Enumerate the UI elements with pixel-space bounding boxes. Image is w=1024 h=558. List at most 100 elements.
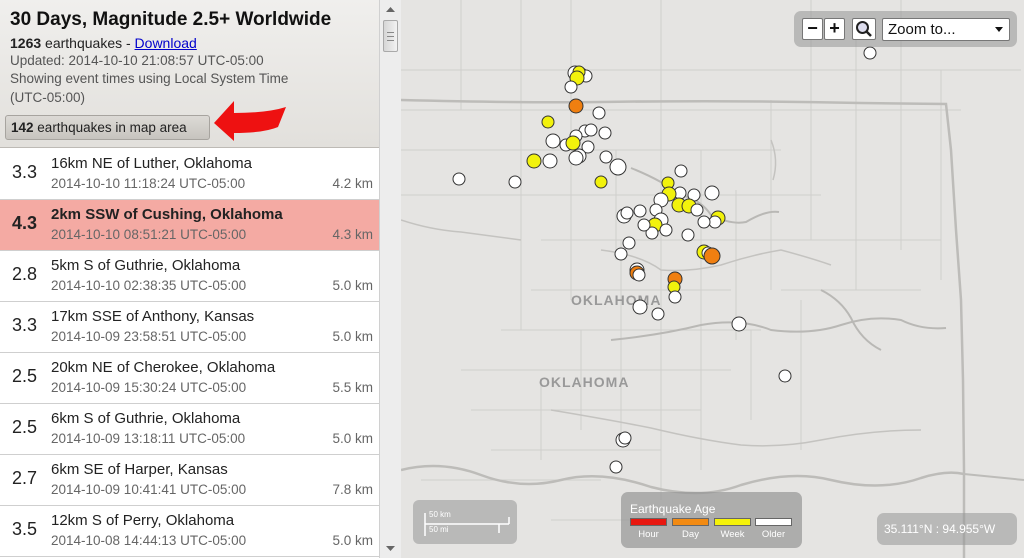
earthquake-marker[interactable] (568, 98, 584, 114)
earthquake-list: 3.3 16km NE of Luther, Oklahoma 2014-10-10… (0, 149, 379, 557)
earthquake-marker[interactable] (659, 223, 673, 237)
scroll-up-arrow-icon[interactable] (382, 2, 399, 18)
earthquake-marker[interactable] (731, 316, 747, 332)
updated-time: Updated: 2014-10-10 21:08:57 UTC-05:00 (10, 53, 264, 68)
earthquake-list-item[interactable]: 2.7 6km SE of Harper, Kansas 2014-10-09 10… (0, 455, 379, 506)
earthquake-marker[interactable] (545, 133, 561, 149)
legend-label-older: Older (761, 529, 786, 540)
earthquake-marker[interactable] (681, 228, 695, 242)
earthquake-magnitude: 4.3 (12, 213, 38, 233)
earthquake-marker[interactable] (508, 175, 522, 189)
earthquake-list-item[interactable]: 3.3 17km SSE of Anthony, Kansas 2014-10-09… (0, 302, 379, 353)
earthquake-list-item[interactable]: 3.3 16km NE of Luther, Oklahoma 2014-10-10… (0, 149, 379, 200)
earthquake-depth: 5.0 km (332, 329, 373, 344)
earthquake-count: 1263 (10, 35, 42, 51)
legend-title: Earthquake Age (630, 502, 716, 516)
earthquake-depth: 5.0 km (332, 533, 373, 548)
earthquake-depth: 7.8 km (332, 482, 373, 497)
earthquake-marker[interactable] (592, 106, 606, 120)
earthquake-place: 5km S of Guthrie, Oklahoma (51, 257, 241, 274)
earthquake-magnitude: 3.5 (12, 519, 38, 539)
earthquake-marker[interactable] (620, 206, 634, 220)
earthquake-time: 2014-10-10 02:38:35 UTC-05:00 (51, 278, 247, 293)
timezone-info: Showing event times using Local System T… (10, 71, 289, 86)
cursor-coordinates: 35.111°N : 94.955°W (877, 513, 1017, 545)
earthquake-marker[interactable] (568, 150, 584, 166)
earthquake-marker[interactable] (704, 185, 720, 201)
earthquake-time: 2014-10-09 15:30:24 UTC-05:00 (51, 380, 247, 395)
earthquake-marker[interactable] (697, 215, 711, 229)
earthquake-marker[interactable] (708, 215, 722, 229)
earthquake-marker[interactable] (632, 299, 648, 315)
zoom-to-select[interactable]: Zoom to... (882, 18, 1010, 41)
scroll-thumb[interactable] (383, 20, 398, 52)
earthquake-marker[interactable] (703, 247, 721, 265)
sidebar-header: 30 Days, Magnitude 2.5+ Worldwide 1263 e… (0, 0, 379, 148)
legend-swatch-hour (630, 518, 667, 526)
scale-bar: 50 km 50 mi (413, 500, 517, 544)
earthquake-marker[interactable] (632, 268, 646, 282)
legend-swatch-older (755, 518, 792, 526)
legend-label-hour: Hour (638, 529, 659, 540)
earthquake-marker[interactable] (609, 158, 627, 176)
earthquake-list-item[interactable]: 3.5 12km S of Perry, Oklahoma 2014-10-08 1… (0, 506, 379, 557)
legend-swatch-week (714, 518, 751, 526)
earthquake-marker[interactable] (863, 46, 877, 60)
earthquake-depth: 5.5 km (332, 380, 373, 395)
earthquake-marker[interactable] (542, 153, 558, 169)
earthquake-marker[interactable] (618, 431, 632, 445)
sidebar-scrollbar[interactable] (379, 0, 401, 558)
earthquake-count-line: 1263 earthquakes - Download (10, 35, 197, 51)
zoom-in-button[interactable]: + (824, 18, 845, 40)
earthquake-marker[interactable] (564, 80, 578, 94)
earthquake-marker[interactable] (668, 290, 682, 304)
earthquake-marker[interactable] (674, 164, 688, 178)
sidebar: 30 Days, Magnitude 2.5+ Worldwide 1263 e… (0, 0, 379, 558)
earthquake-marker[interactable] (565, 135, 581, 151)
earthquake-place: 20km NE of Cherokee, Oklahoma (51, 359, 276, 376)
earthquake-time: 2014-10-09 23:58:51 UTC-05:00 (51, 329, 247, 344)
earthquake-marker[interactable] (541, 115, 555, 129)
earthquake-time: 2014-10-10 11:18:24 UTC-05:00 (51, 176, 246, 191)
earthquake-marker[interactable] (584, 123, 598, 137)
earthquake-marker[interactable] (598, 126, 612, 140)
earthquake-marker[interactable] (622, 236, 636, 250)
earthquake-marker[interactable] (651, 307, 665, 321)
earthquake-magnitude: 2.7 (12, 468, 38, 488)
earthquake-magnitude: 2.5 (12, 417, 38, 437)
earthquake-place: 16km NE of Luther, Oklahoma (51, 155, 252, 172)
earthquake-time: 2014-10-09 13:18:11 UTC-05:00 (51, 431, 246, 446)
earthquake-list-item[interactable]: 2.5 6km S of Guthrie, Oklahoma 2014-10-09 … (0, 404, 379, 455)
earthquake-time: 2014-10-10 08:51:21 UTC-05:00 (51, 227, 247, 242)
legend-label-day: Day (682, 529, 699, 540)
earthquake-marker[interactable] (778, 369, 792, 383)
earthquake-marker[interactable] (614, 247, 628, 261)
scroll-down-arrow-icon[interactable] (382, 540, 399, 556)
earthquake-marker[interactable] (637, 218, 651, 232)
earthquake-marker[interactable] (599, 150, 613, 164)
earthquake-marker[interactable] (452, 172, 466, 186)
earthquake-count-suffix: earthquakes - (45, 35, 135, 51)
earthquake-depth: 5.0 km (332, 431, 373, 446)
zoom-search-button[interactable] (852, 18, 876, 40)
map-area-count-badge: 142 earthquakes in map area (5, 115, 210, 140)
earthquake-magnitude: 3.3 (12, 162, 38, 182)
earthquake-list-item[interactable]: 2.5 20km NE of Cherokee, Oklahoma 2014-10-… (0, 353, 379, 404)
earthquake-marker[interactable] (609, 460, 623, 474)
zoom-out-button[interactable]: − (802, 18, 823, 40)
earthquake-depth: 4.3 km (332, 227, 373, 242)
earthquake-list-item[interactable]: 4.3 2km SSW of Cushing, Oklahoma 2014-10-1… (0, 200, 379, 251)
download-link[interactable]: Download (135, 35, 197, 51)
magnifier-icon (856, 21, 872, 37)
earthquake-markers (452, 46, 877, 474)
earthquake-marker[interactable] (526, 153, 542, 169)
earthquake-marker[interactable] (690, 203, 704, 217)
earthquake-depth: 5.0 km (332, 278, 373, 293)
earthquake-marker[interactable] (594, 175, 608, 189)
earthquake-place: 12km S of Perry, Oklahoma (51, 512, 235, 529)
earthquake-marker[interactable] (633, 204, 647, 218)
earthquake-list-item[interactable]: 2.8 5km S of Guthrie, Oklahoma 2014-10-10 … (0, 251, 379, 302)
scale-km-label: 50 km (429, 510, 451, 519)
map-view[interactable]: OKLAHOMA OKLAHOMA − + Zoom to... 50 km 5… (401, 0, 1024, 558)
earthquake-age-legend: Earthquake Age Hour Day Week Older (621, 492, 802, 548)
